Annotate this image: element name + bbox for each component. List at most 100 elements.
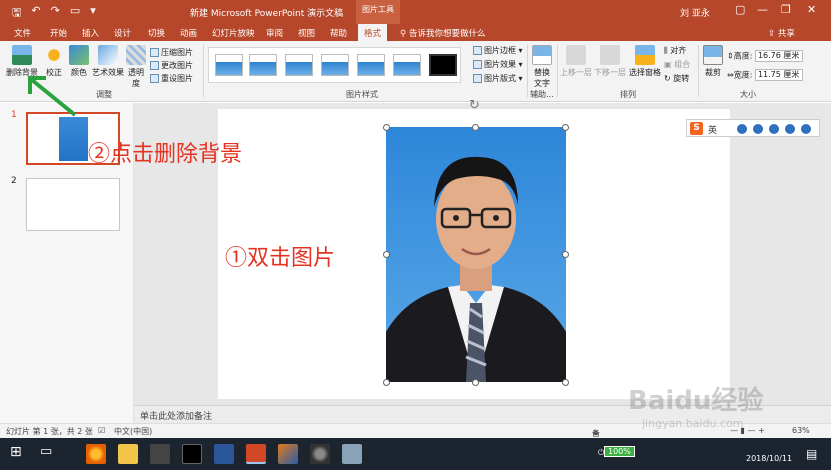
- slideshow-icon[interactable]: ▭: [70, 4, 80, 23]
- resize-handle-top-left[interactable]: [383, 124, 390, 131]
- tab-review[interactable]: 审阅: [266, 27, 283, 39]
- powerpoint-icon[interactable]: [246, 444, 266, 464]
- send-backward-label: 下移一层: [594, 68, 626, 77]
- task-view-icon[interactable]: ▭: [40, 444, 60, 464]
- tab-file[interactable]: 文件: [14, 27, 31, 39]
- send-backward-button[interactable]: 下移一层: [594, 45, 626, 78]
- slide-thumbnail-2[interactable]: [26, 178, 120, 231]
- tab-insert[interactable]: 插入: [82, 27, 99, 39]
- resize-handle-top-right[interactable]: [562, 124, 569, 131]
- picture-styles-gallery[interactable]: [208, 47, 461, 83]
- tab-design[interactable]: 设计: [114, 27, 131, 39]
- tab-animations[interactable]: 动画: [180, 27, 197, 39]
- resize-handle-bottom-right[interactable]: [562, 379, 569, 386]
- picture-style-6[interactable]: [393, 54, 421, 76]
- artistic-effects-button[interactable]: 艺术效果: [92, 45, 124, 78]
- firefox-icon[interactable]: [86, 444, 106, 464]
- height-label: 高度:: [733, 51, 753, 61]
- clock-date[interactable]: 2018/10/11: [746, 454, 792, 463]
- word-icon[interactable]: [214, 444, 234, 464]
- alt-text-button[interactable]: 替换 文字: [531, 45, 553, 89]
- sogou-icon[interactable]: S: [690, 122, 703, 135]
- effects-icon: [473, 60, 482, 69]
- microphone-icon[interactable]: [753, 124, 763, 134]
- compress-pictures-button[interactable]: 压缩图片: [150, 47, 193, 58]
- align-button[interactable]: ⫼ 对齐: [664, 45, 686, 56]
- ribbon-tabs: 文件 开始 插入 设计 切换 动画 幻灯片放映 审阅 视图 帮助 格式 ⚲ 告诉…: [0, 24, 831, 41]
- picture-style-4[interactable]: [321, 54, 349, 76]
- tab-help[interactable]: 帮助: [330, 27, 347, 39]
- alt-text-label-1: 替换: [534, 68, 550, 77]
- tab-format[interactable]: 格式: [358, 24, 388, 41]
- user-name[interactable]: 刘 亚永: [680, 6, 710, 19]
- reset-picture-button[interactable]: 重设图片: [150, 73, 193, 84]
- rotate-handle-icon[interactable]: ↻: [469, 98, 480, 113]
- tab-view[interactable]: 视图: [298, 27, 315, 39]
- group-objects-button[interactable]: ▣ 组合: [664, 59, 690, 70]
- windows-start-icon[interactable]: ⊞: [10, 444, 30, 464]
- undo-icon[interactable]: ↶: [31, 4, 40, 23]
- spellcheck-icon[interactable]: ☑: [98, 426, 105, 435]
- tell-me-label: 告诉我你想要做什么: [408, 29, 486, 39]
- width-field[interactable]: ⇔宽度: 11.75 厘米: [727, 69, 803, 81]
- picture-style-5[interactable]: [357, 54, 385, 76]
- picture-border-button[interactable]: 图片边框 ▾: [473, 45, 523, 56]
- ribbon-display-icon[interactable]: ▢: [735, 3, 745, 16]
- resize-handle-left[interactable]: [383, 251, 390, 258]
- picture-style-7[interactable]: [429, 54, 457, 76]
- change-picture-button[interactable]: 更改图片: [150, 60, 193, 71]
- tell-me-search[interactable]: ⚲ 告诉我你想要做什么: [400, 27, 485, 39]
- resize-handle-bottom-left[interactable]: [383, 379, 390, 386]
- app-icon[interactable]: [342, 444, 362, 464]
- battery-indicator[interactable]: 100%: [604, 446, 635, 457]
- resize-handle-bottom[interactable]: [472, 379, 479, 386]
- notifications-icon[interactable]: ▤: [806, 447, 817, 461]
- picture-style-2[interactable]: [249, 54, 277, 76]
- resize-handle-top[interactable]: [472, 124, 479, 131]
- photos-icon[interactable]: [150, 444, 170, 464]
- save-icon[interactable]: 🖫: [12, 4, 21, 23]
- picture-layout-label: 图片版式: [484, 74, 516, 83]
- height-input[interactable]: 16.76 厘米: [754, 50, 803, 62]
- notes-placeholder: 单击此处添加备注: [140, 412, 213, 422]
- resize-handle-right[interactable]: [562, 251, 569, 258]
- tab-home[interactable]: 开始: [50, 27, 67, 39]
- reset-picture-label: 重设图片: [161, 74, 193, 83]
- file-explorer-icon[interactable]: [118, 444, 138, 464]
- portrait-photo[interactable]: [386, 127, 566, 382]
- picture-effects-label: 图片效果: [484, 60, 516, 69]
- selection-pane-button[interactable]: 选择窗格: [628, 45, 662, 78]
- minimize-button[interactable]: —: [757, 3, 768, 16]
- redo-icon[interactable]: ↷: [51, 4, 60, 23]
- picture-style-3[interactable]: [285, 54, 313, 76]
- matlab-icon[interactable]: [278, 444, 298, 464]
- terminal-icon[interactable]: [182, 444, 202, 464]
- restore-button[interactable]: ❐: [781, 3, 791, 16]
- toolbox-icon[interactable]: [801, 124, 811, 134]
- emoji-icon[interactable]: [737, 124, 747, 134]
- rotate-button[interactable]: ↻ 旋转: [664, 73, 689, 84]
- group-separator: [557, 45, 558, 97]
- border-icon: [473, 46, 482, 55]
- ime-toolbar[interactable]: S 英: [686, 119, 820, 137]
- width-input[interactable]: 11.75 厘米: [754, 69, 803, 81]
- keyboard-icon[interactable]: [769, 124, 779, 134]
- crop-button[interactable]: 裁剪: [702, 45, 724, 78]
- picture-layout-button[interactable]: 图片版式 ▾: [473, 73, 523, 84]
- picture-style-1[interactable]: [215, 54, 243, 76]
- ime-language[interactable]: 英: [708, 123, 717, 136]
- settings-gear-icon[interactable]: [310, 444, 330, 464]
- tab-slideshow[interactable]: 幻灯片放映: [212, 27, 255, 39]
- baidu-watermark: Baidu经验 jingyan.baidu.com: [628, 380, 828, 440]
- picture-effects-button[interactable]: 图片效果 ▾: [473, 59, 523, 70]
- language-status[interactable]: 中文(中国): [114, 426, 152, 437]
- customize-qat-icon[interactable]: ▾: [90, 4, 96, 23]
- skin-icon[interactable]: [785, 124, 795, 134]
- height-field[interactable]: ⇕高度: 16.76 厘米: [727, 50, 803, 62]
- close-button[interactable]: ✕: [807, 3, 816, 16]
- transparency-button[interactable]: 透明 度: [125, 45, 147, 89]
- share-button[interactable]: ⇪ 共享: [768, 27, 795, 39]
- tab-transitions[interactable]: 切换: [148, 27, 165, 39]
- bring-forward-button[interactable]: 上移一层: [560, 45, 592, 78]
- picture-border-label: 图片边框: [484, 46, 516, 55]
